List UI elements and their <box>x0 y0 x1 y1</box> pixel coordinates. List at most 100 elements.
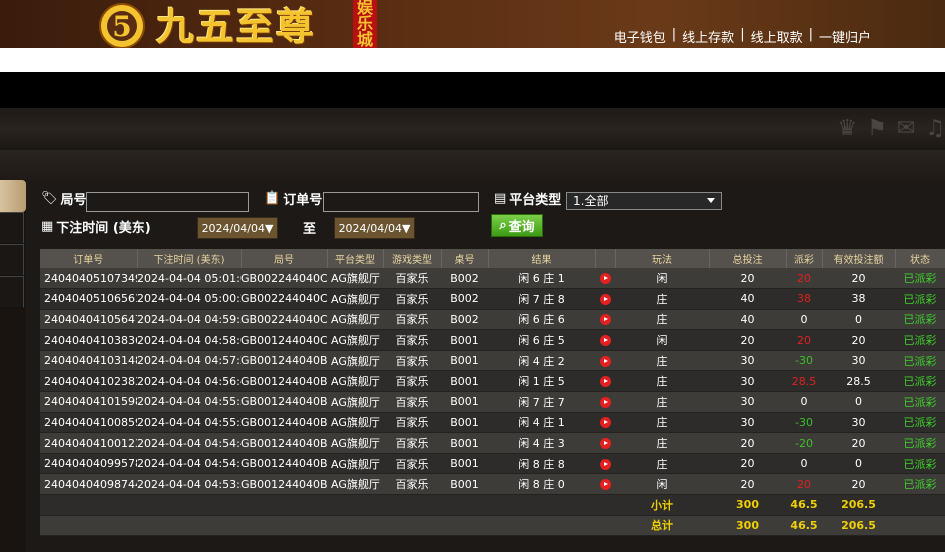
play-replay-icon[interactable] <box>599 355 611 367</box>
table-row[interactable]: 2404040410085972024-04-04 04:55:24GB0012… <box>40 412 945 434</box>
play-replay-icon[interactable] <box>599 335 611 347</box>
bet-time-cell: 2024-04-04 04:54:42 <box>137 432 241 454</box>
payout-cell: -30 <box>786 412 822 434</box>
status-cell: 已派彩 <box>895 473 945 496</box>
play-replay-icon[interactable] <box>599 273 611 285</box>
round-id-cell: GB001244040BY <box>241 370 327 393</box>
play-replay-icon[interactable] <box>599 479 611 491</box>
summary-empty-cell <box>241 494 327 516</box>
summary-empty-cell <box>895 515 945 537</box>
link-separator: | <box>808 27 813 42</box>
status-cell: 已派彩 <box>895 309 945 331</box>
bet-time-cell: 2024-04-04 04:53:34 <box>137 473 241 496</box>
side-tab[interactable] <box>0 244 24 276</box>
round-id-cell: GB002244040C1 <box>241 309 327 331</box>
music-icon[interactable]: ♫ <box>925 116 945 141</box>
link-consolidate[interactable]: 一键归户 <box>819 27 871 46</box>
table-no-cell: B001 <box>441 412 488 434</box>
link-wallet[interactable]: 电子钱包 <box>614 27 666 46</box>
result-cell: 闲 6 庄 1 <box>488 268 595 290</box>
result-cell: 闲 4 庄 2 <box>488 350 595 372</box>
summary-empty-cell <box>241 515 327 537</box>
payout-cell: 20 <box>786 329 822 351</box>
platform-label-text: 平台类型 <box>509 193 562 208</box>
table-row[interactable]: 2404040410383622024-04-04 04:58:03GB0012… <box>40 329 945 351</box>
summary-total-cell: 300 <box>709 515 786 537</box>
status-cell: 已派彩 <box>895 453 945 475</box>
payout-cell: 38 <box>786 288 822 310</box>
play-replay-icon[interactable] <box>599 314 611 326</box>
side-tab[interactable] <box>0 212 24 244</box>
vip-crown-icon[interactable]: ♛ <box>837 116 857 141</box>
result-cell: 闲 7 庄 7 <box>488 391 595 413</box>
play-replay-icon[interactable] <box>599 396 611 408</box>
order-input[interactable] <box>323 192 479 212</box>
bet-time-cell: 2024-04-04 04:56:40 <box>137 370 241 393</box>
result-cell: 闲 4 庄 3 <box>488 432 595 454</box>
table-no-cell: B001 <box>441 391 488 413</box>
flag-icon[interactable]: ⚑ <box>867 116 887 141</box>
platform-select[interactable]: 1.全部 <box>566 192 722 210</box>
link-withdraw[interactable]: 线上取款 <box>751 27 803 46</box>
order-id-cell: 240404051065610 <box>40 288 137 310</box>
dark-band <box>0 72 945 108</box>
total-bet-cell: 20 <box>709 268 786 290</box>
game-type-cell: 百家乐 <box>383 453 441 475</box>
site-logo[interactable]: 5 九五至尊 <box>92 0 316 49</box>
play-replay-icon[interactable] <box>599 458 611 470</box>
summary-payout-cell: 46.5 <box>786 494 822 516</box>
status-cell: 已派彩 <box>895 268 945 290</box>
summary-empty-cell <box>595 515 615 537</box>
bet-type-cell: 庄 <box>615 309 709 331</box>
table-row[interactable]: 2404040410159872024-04-04 04:55:59GB0012… <box>40 391 945 413</box>
platform-cell: AG旗舰厅 <box>327 309 383 331</box>
table-row[interactable]: 2404040410238332024-04-04 04:56:40GB0012… <box>40 370 945 393</box>
play-replay-icon[interactable] <box>599 293 611 305</box>
bet-type-cell: 庄 <box>615 391 709 413</box>
replay-cell <box>595 412 615 434</box>
column-header: 派彩 <box>786 249 823 268</box>
valid-bet-cell: 20 <box>822 329 895 351</box>
table-row[interactable]: 2404040510656102024-04-04 05:00:26GB0022… <box>40 288 945 310</box>
table-row[interactable]: 2404040510734922024-04-04 05:01:06GB0022… <box>40 268 945 290</box>
table-row[interactable]: 2404040410314882024-04-04 04:57:21GB0012… <box>40 350 945 372</box>
summary-empty-cell <box>137 515 241 537</box>
chat-icon[interactable]: ✉ <box>897 116 915 141</box>
date-to-picker[interactable]: 2024/04/04▼ <box>334 217 415 239</box>
replay-cell <box>595 350 615 372</box>
table-row[interactable]: 2404040410012392024-04-04 04:54:42GB0012… <box>40 432 945 454</box>
side-tab[interactable] <box>0 276 24 308</box>
total-bet-cell: 30 <box>709 412 786 434</box>
table-row[interactable]: 2404040409957812024-04-04 04:54:15GB0012… <box>40 453 945 475</box>
date-from-picker[interactable]: 2024/04/04▼ <box>197 217 278 239</box>
clipboard-icon: 📋 <box>264 191 281 206</box>
search-button[interactable]: ⌕ 查询 <box>491 214 543 237</box>
summary-empty-cell <box>383 515 441 537</box>
play-replay-icon[interactable] <box>599 417 611 429</box>
round-filter-label: 🏷 局号 <box>41 189 87 208</box>
total-bet-cell: 40 <box>709 288 786 310</box>
platform-cell: AG旗舰厅 <box>327 370 383 393</box>
play-replay-icon[interactable] <box>599 376 611 388</box>
summary-empty-cell <box>40 515 137 537</box>
bet-type-cell: 庄 <box>615 432 709 454</box>
summary-label-cell: 总计 <box>615 515 709 537</box>
nav-icons: ♛ ⚑ ✉ ♫ <box>837 116 945 141</box>
link-separator: | <box>671 27 677 42</box>
table-header-row: 订单号 下注时间 (美东) 局号 平台类型 游戏类型 桌号 结果 玩法 总投注 派彩 有效投注额 状态 <box>40 249 945 268</box>
column-header: 结果 <box>488 249 596 268</box>
bet-type-cell: 庄 <box>615 350 709 372</box>
link-deposit[interactable]: 线上存款 <box>682 27 734 46</box>
table-row[interactable]: 2404040410564752024-04-04 04:59:38GB0022… <box>40 309 945 331</box>
valid-bet-cell: 20 <box>822 268 895 290</box>
side-tab-active[interactable] <box>0 180 26 212</box>
result-cell: 闲 8 庄 0 <box>488 473 595 496</box>
payout-cell: 28.5 <box>786 370 822 393</box>
bet-time-cell: 2024-04-04 04:55:59 <box>137 391 241 413</box>
status-cell: 已派彩 <box>895 350 945 372</box>
round-input[interactable] <box>86 192 249 212</box>
bet-time-cell: 2024-04-04 05:00:26 <box>137 288 241 310</box>
table-row[interactable]: 2404040409874412024-04-04 04:53:34GB0012… <box>40 473 945 496</box>
game-type-cell: 百家乐 <box>383 412 441 434</box>
play-replay-icon[interactable] <box>599 438 611 450</box>
